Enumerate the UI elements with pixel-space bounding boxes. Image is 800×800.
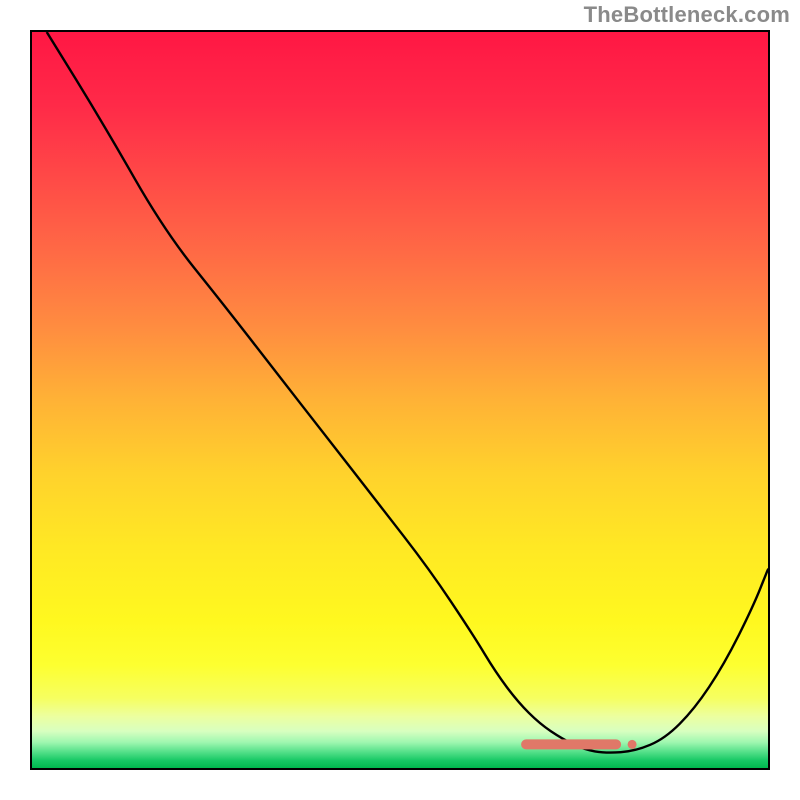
watermark-text: TheBottleneck.com bbox=[584, 2, 790, 28]
plot-overlay bbox=[32, 32, 768, 768]
bottleneck-curve bbox=[47, 32, 768, 753]
optimal-range-bar bbox=[521, 739, 621, 749]
plot-frame bbox=[30, 30, 770, 770]
chart-root: TheBottleneck.com bbox=[0, 0, 800, 800]
optimal-markers bbox=[521, 739, 637, 749]
optimal-range-dot bbox=[628, 740, 637, 749]
